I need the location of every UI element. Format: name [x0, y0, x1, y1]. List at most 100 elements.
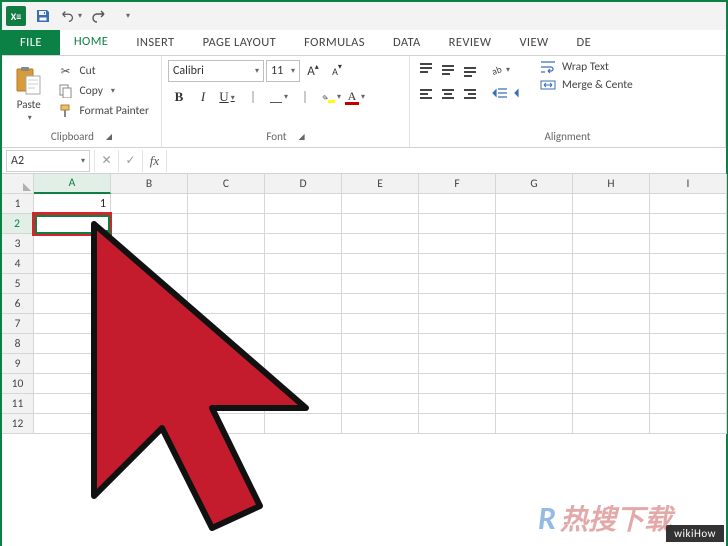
cell-F2[interactable] [419, 214, 496, 234]
cell-F8[interactable] [419, 334, 496, 354]
cell-F6[interactable] [419, 294, 496, 314]
row-header-12[interactable]: 12 [2, 414, 34, 434]
row-header-2[interactable]: 2 [2, 214, 34, 234]
font-name-combo[interactable]: Calibri ▾ [168, 60, 264, 82]
cell-I1[interactable] [650, 194, 727, 214]
row-header-10[interactable]: 10 [2, 374, 34, 394]
border-button[interactable]: ▾ [268, 86, 290, 108]
cell-G8[interactable] [496, 334, 573, 354]
cell-I7[interactable] [650, 314, 727, 334]
row-header-6[interactable]: 6 [2, 294, 34, 314]
cell-A3[interactable] [34, 234, 111, 254]
cell-A2[interactable] [34, 214, 111, 234]
cell-B4[interactable] [111, 254, 188, 274]
save-button[interactable] [32, 5, 54, 27]
italic-button[interactable]: I [192, 86, 214, 108]
cell-G11[interactable] [496, 394, 573, 414]
cell-I2[interactable] [650, 214, 727, 234]
cell-A9[interactable] [34, 354, 111, 374]
cell-F11[interactable] [419, 394, 496, 414]
cell-H1[interactable] [573, 194, 650, 214]
tab-home[interactable]: HOME [60, 30, 122, 55]
cell-H8[interactable] [573, 334, 650, 354]
tab-view[interactable]: VIEW [505, 30, 562, 55]
column-header-B[interactable]: B [111, 174, 188, 194]
row-header-1[interactable]: 1 [2, 194, 34, 214]
align-top-button[interactable] [416, 60, 436, 80]
cell-I10[interactable] [650, 374, 727, 394]
row-header-7[interactable]: 7 [2, 314, 34, 334]
cell-B12[interactable] [111, 414, 188, 434]
column-header-F[interactable]: F [419, 174, 496, 194]
cell-I4[interactable] [650, 254, 727, 274]
cell-H6[interactable] [573, 294, 650, 314]
cell-F10[interactable] [419, 374, 496, 394]
cell-A4[interactable] [34, 254, 111, 274]
cell-H9[interactable] [573, 354, 650, 374]
cell-H3[interactable] [573, 234, 650, 254]
cell-D6[interactable] [265, 294, 342, 314]
cell-C11[interactable] [188, 394, 265, 414]
cell-F4[interactable] [419, 254, 496, 274]
cells-area[interactable]: 1 [34, 194, 727, 434]
cell-B11[interactable] [111, 394, 188, 414]
row-header-3[interactable]: 3 [2, 234, 34, 254]
tab-data[interactable]: DATA [379, 30, 435, 55]
cell-G6[interactable] [496, 294, 573, 314]
cell-G12[interactable] [496, 414, 573, 434]
cell-C3[interactable] [188, 234, 265, 254]
cell-G7[interactable] [496, 314, 573, 334]
cell-G3[interactable] [496, 234, 573, 254]
column-header-I[interactable]: I [650, 174, 727, 194]
cell-F7[interactable] [419, 314, 496, 334]
cell-B1[interactable] [111, 194, 188, 214]
cell-B5[interactable] [111, 274, 188, 294]
select-all-button[interactable] [2, 174, 34, 194]
row-header-8[interactable]: 8 [2, 334, 34, 354]
cell-B10[interactable] [111, 374, 188, 394]
cell-C2[interactable] [188, 214, 265, 234]
wrap-text-button[interactable]: Wrap Text [540, 60, 633, 74]
cell-E5[interactable] [342, 274, 419, 294]
cell-I3[interactable] [650, 234, 727, 254]
cell-H7[interactable] [573, 314, 650, 334]
orientation-button[interactable]: ab▾ [490, 60, 510, 80]
cell-E3[interactable] [342, 234, 419, 254]
row-header-11[interactable]: 11 [2, 394, 34, 414]
cell-D3[interactable] [265, 234, 342, 254]
tab-review[interactable]: REVIEW [435, 30, 506, 55]
merge-center-button[interactable]: Merge & Cente [540, 78, 633, 92]
row-header-4[interactable]: 4 [2, 254, 34, 274]
column-header-D[interactable]: D [265, 174, 342, 194]
cell-B8[interactable] [111, 334, 188, 354]
cell-D7[interactable] [265, 314, 342, 334]
cell-D5[interactable] [265, 274, 342, 294]
cell-H4[interactable] [573, 254, 650, 274]
tab-formulas[interactable]: FORMULAS [290, 30, 379, 55]
paste-button[interactable]: Paste ▾ [8, 60, 50, 128]
cell-G4[interactable] [496, 254, 573, 274]
cell-F1[interactable] [419, 194, 496, 214]
column-header-G[interactable]: G [496, 174, 573, 194]
cell-H12[interactable] [573, 414, 650, 434]
fill-color-button[interactable]: ▾ [320, 86, 342, 108]
cell-E8[interactable] [342, 334, 419, 354]
cell-E9[interactable] [342, 354, 419, 374]
cell-D10[interactable] [265, 374, 342, 394]
cell-E7[interactable] [342, 314, 419, 334]
dialog-launcher-icon[interactable]: ◢ [106, 132, 112, 142]
cell-E11[interactable] [342, 394, 419, 414]
column-header-E[interactable]: E [342, 174, 419, 194]
cell-D11[interactable] [265, 394, 342, 414]
cell-C6[interactable] [188, 294, 265, 314]
undo-button[interactable]: ▾ [60, 5, 82, 27]
align-left-button[interactable] [416, 84, 436, 104]
shrink-font-button[interactable]: A▾ [326, 60, 348, 82]
grow-font-button[interactable]: A▴ [302, 60, 324, 82]
cell-E2[interactable] [342, 214, 419, 234]
cell-G10[interactable] [496, 374, 573, 394]
cell-G9[interactable] [496, 354, 573, 374]
cell-C4[interactable] [188, 254, 265, 274]
cell-I5[interactable] [650, 274, 727, 294]
cell-A1[interactable]: 1 [34, 194, 111, 214]
